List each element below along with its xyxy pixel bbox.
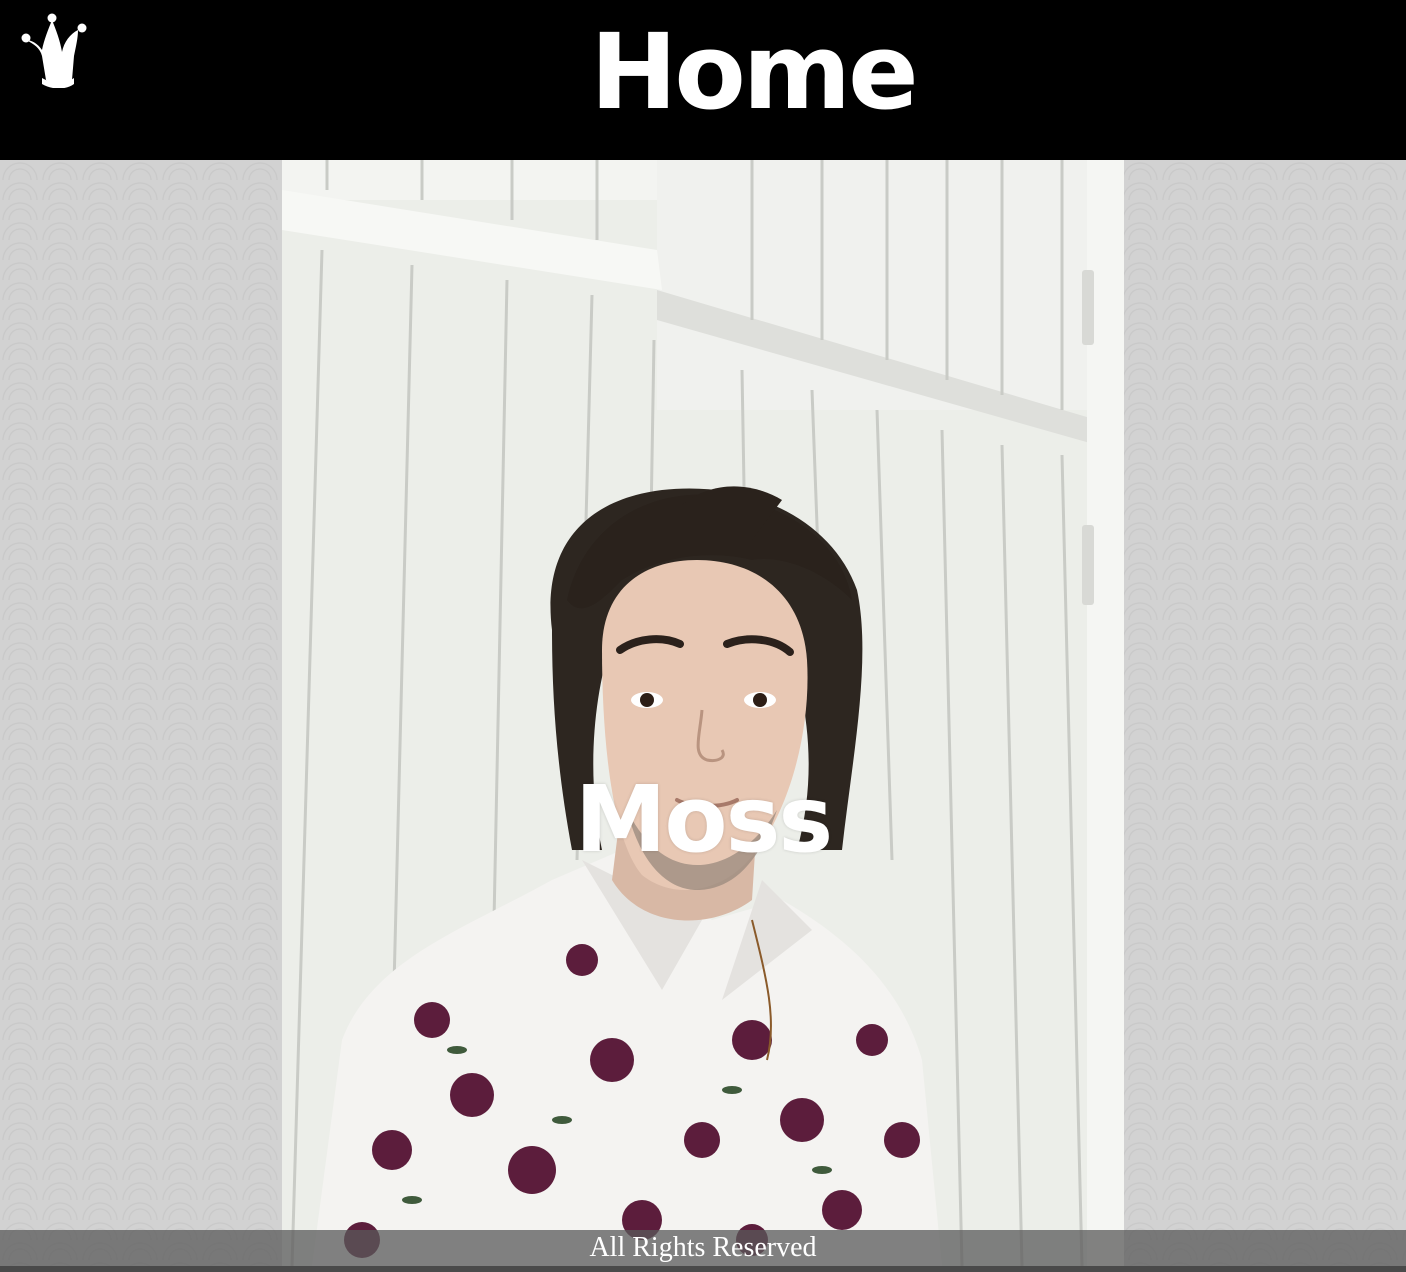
portrait-photo	[282, 160, 1124, 1266]
copyright-text: All Rights Reserved	[589, 1232, 817, 1263]
site-header: Home	[0, 0, 1406, 160]
site-footer: All Rights Reserved	[0, 1230, 1406, 1266]
page-title: Home	[590, 11, 918, 133]
person-name: Moss	[574, 766, 833, 873]
bottom-border	[0, 1266, 1406, 1272]
